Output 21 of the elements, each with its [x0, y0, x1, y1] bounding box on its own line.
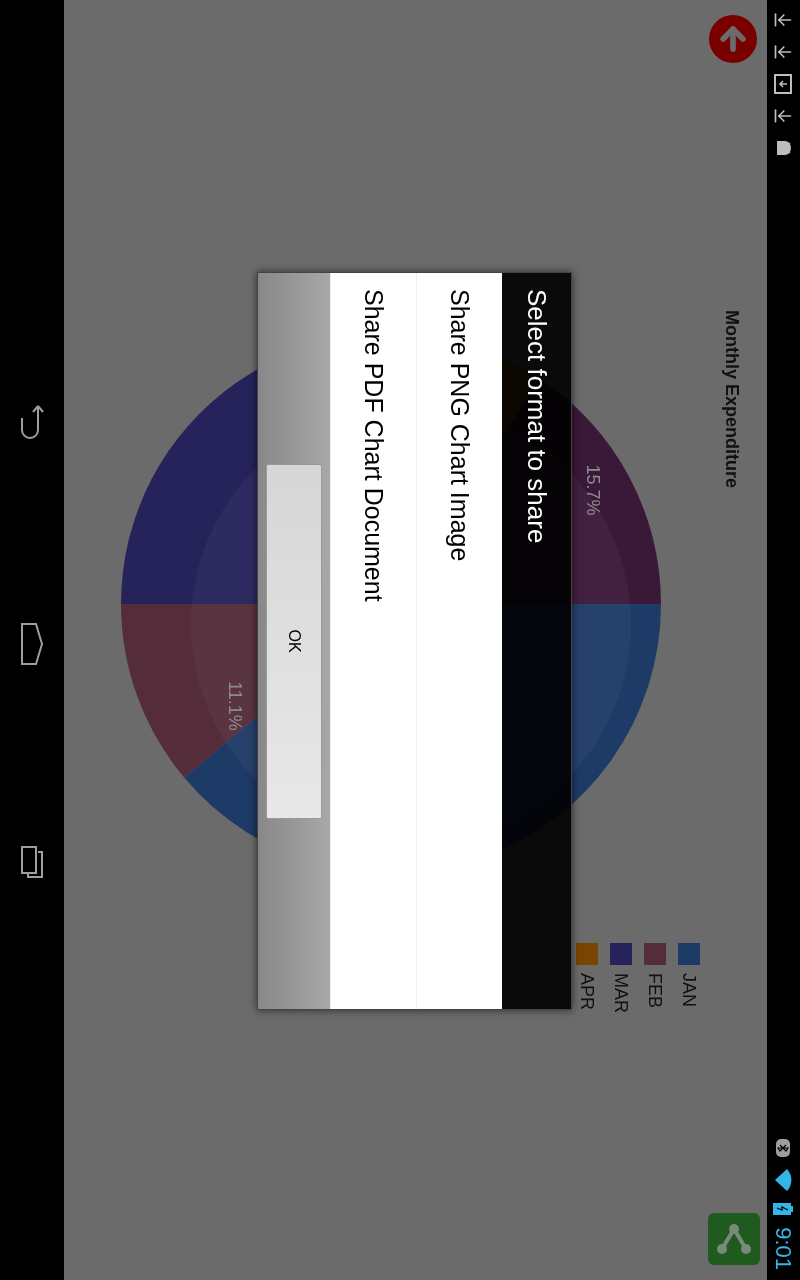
- share-option[interactable]: Share PNG Chart Image: [416, 273, 502, 1009]
- slice-label: 15.7%: [583, 464, 603, 516]
- slice-label: 11.1%: [225, 681, 245, 731]
- home-icon[interactable]: [20, 622, 44, 666]
- share-option[interactable]: Share PDF Chart Document: [330, 273, 416, 1009]
- screenshot-icon: [774, 74, 793, 94]
- download-icon: [773, 10, 794, 30]
- battery-icon: [773, 1203, 794, 1216]
- legend-label: APR: [576, 973, 599, 1010]
- legend-label: FEB: [644, 973, 667, 1008]
- clock: 9:01: [772, 1227, 795, 1270]
- download-icon: [773, 42, 794, 62]
- recent-apps-icon[interactable]: [20, 846, 44, 878]
- wifi-icon: [774, 1169, 793, 1192]
- chart-title: Monthly Expenditure: [721, 310, 743, 490]
- dialog-title: Select format to share: [521, 289, 553, 544]
- legend-label: JAN: [678, 973, 701, 1007]
- share-icon: [716, 1221, 752, 1257]
- ok-button[interactable]: OK: [266, 463, 322, 819]
- legend-label: MAR: [610, 973, 633, 1013]
- download-icon: [773, 106, 794, 126]
